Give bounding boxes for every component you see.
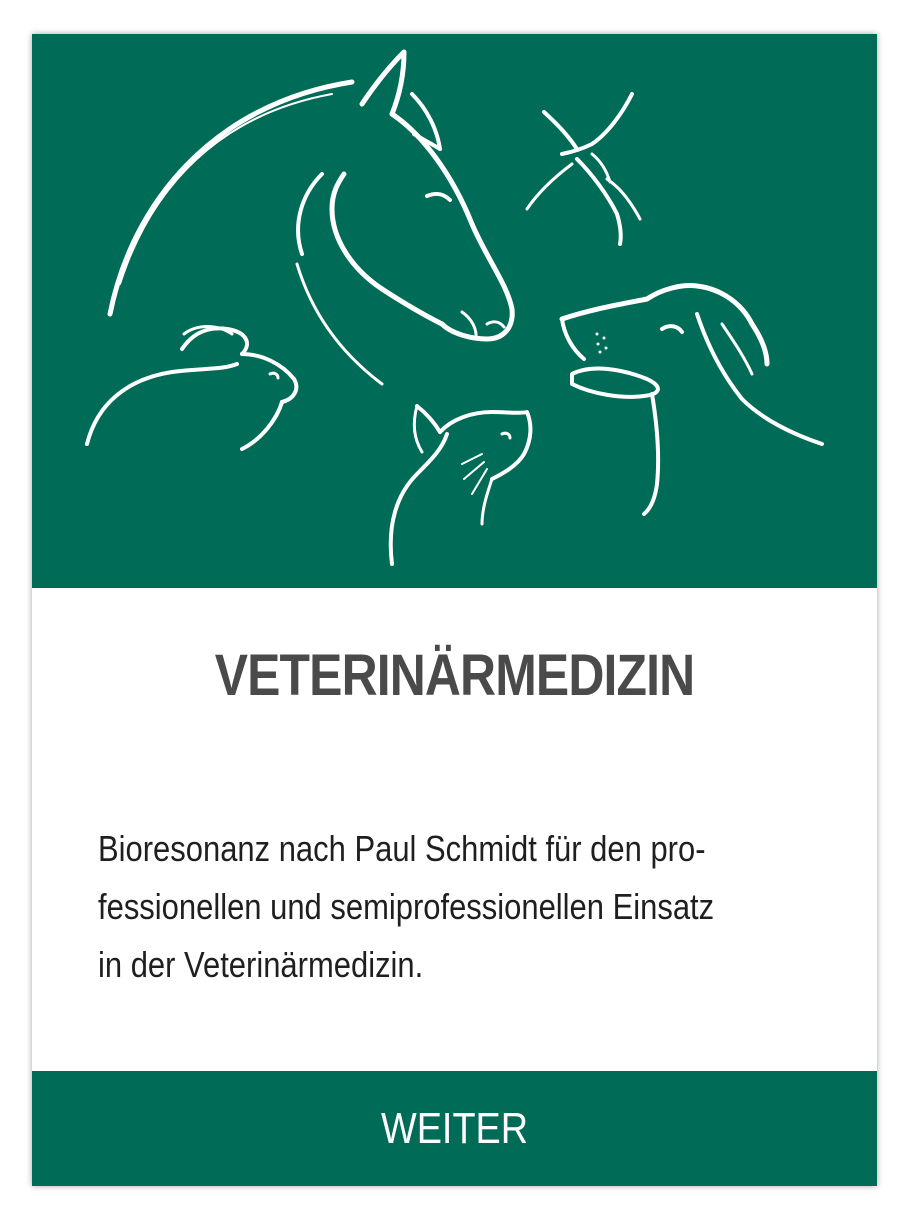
veterinary-card: VETERINÄRMEDIZIN Bioresonanz nach Paul S… <box>32 34 877 1186</box>
weiter-button[interactable]: WEITER <box>32 1071 877 1186</box>
description: Bioresonanz nach Paul Schmidt für den pr… <box>98 820 752 994</box>
dog-icon <box>559 283 824 516</box>
hero-illustration <box>32 34 877 588</box>
description-line: Bioresonanz nach Paul Schmidt für den pr… <box>98 828 706 869</box>
cat-icon <box>388 404 533 566</box>
description-line: in der Veterinärmedizin. <box>98 944 424 985</box>
horse-icon <box>107 49 515 386</box>
hummingbird-icon <box>525 92 642 246</box>
page-title: VETERINÄRMEDIZIN <box>214 643 695 708</box>
weiter-button-label: WEITER <box>380 1103 529 1153</box>
description-line: fessionellen und semiprofessionellen Ein… <box>98 886 715 927</box>
rabbit-icon <box>85 325 299 451</box>
